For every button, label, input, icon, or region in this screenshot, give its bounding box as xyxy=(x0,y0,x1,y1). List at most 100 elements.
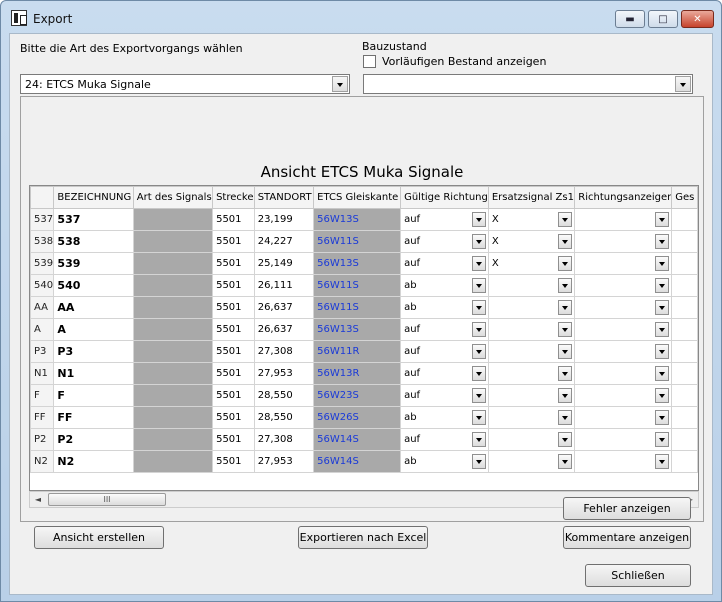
chevron-down-icon[interactable] xyxy=(471,322,486,337)
chevron-down-icon[interactable] xyxy=(655,300,670,315)
column-header[interactable]: STANDORT xyxy=(253,186,315,209)
ersatzsignal-zs1-cell[interactable] xyxy=(487,362,576,385)
chevron-down-icon[interactable] xyxy=(558,432,573,447)
chevron-down-icon[interactable] xyxy=(471,454,486,469)
chevron-down-icon[interactable] xyxy=(655,212,670,227)
chevron-down-icon[interactable] xyxy=(558,278,573,293)
chevron-down-icon[interactable] xyxy=(558,366,573,381)
ersatzsignal-zs1-cell[interactable] xyxy=(487,340,576,363)
ersatzsignal-zs1-cell[interactable]: X xyxy=(487,208,576,231)
ersatzsignal-zs1-cell[interactable] xyxy=(487,296,576,319)
chevron-down-icon[interactable] xyxy=(558,212,573,227)
bauzustand-select[interactable] xyxy=(363,74,693,94)
chevron-down-icon[interactable] xyxy=(558,344,573,359)
table-row[interactable]: 538 538 5501 24,227 56W11S auf X xyxy=(30,230,698,253)
richtungsanzeiger-cell[interactable] xyxy=(574,384,673,407)
table-row[interactable]: N1 N1 5501 27,953 56W13R auf xyxy=(30,362,698,385)
richtungsanzeiger-cell[interactable] xyxy=(574,406,673,429)
chevron-down-icon[interactable] xyxy=(558,234,573,249)
gueltige-richtung-cell[interactable]: auf xyxy=(400,340,489,363)
table-row[interactable]: 537 537 5501 23,199 56W13S auf X xyxy=(30,208,698,231)
chevron-down-icon[interactable] xyxy=(655,234,670,249)
gueltige-richtung-cell[interactable]: ab xyxy=(400,274,489,297)
chevron-down-icon[interactable] xyxy=(471,410,486,425)
column-header[interactable]: Ersatzsignal Zs1 xyxy=(487,186,576,209)
scroll-left-icon[interactable]: ◄ xyxy=(30,492,46,507)
richtungsanzeiger-cell[interactable] xyxy=(574,428,673,451)
ersatzsignal-zs1-cell[interactable]: X xyxy=(487,252,576,275)
chevron-down-icon[interactable] xyxy=(558,388,573,403)
ersatzsignal-zs1-cell[interactable] xyxy=(487,406,576,429)
chevron-down-icon[interactable] xyxy=(471,212,486,227)
richtungsanzeiger-cell[interactable] xyxy=(574,340,673,363)
table-row[interactable]: P3 P3 5501 27,308 56W11R auf xyxy=(30,340,698,363)
ersatzsignal-zs1-cell[interactable] xyxy=(487,274,576,297)
chevron-down-icon[interactable] xyxy=(332,76,348,92)
table-row[interactable]: AA AA 5501 26,637 56W11S ab xyxy=(30,296,698,319)
table-row[interactable]: P2 P2 5501 27,308 56W14S auf xyxy=(30,428,698,451)
column-header[interactable]: Gültige Richtung xyxy=(400,186,489,209)
export-excel-button[interactable]: Exportieren nach Excel xyxy=(298,526,428,549)
column-header[interactable]: Richtungsanzeiger xyxy=(574,186,673,209)
chevron-down-icon[interactable] xyxy=(558,322,573,337)
chevron-down-icon[interactable] xyxy=(471,256,486,271)
chevron-down-icon[interactable] xyxy=(558,454,573,469)
table-row[interactable]: A A 5501 26,637 56W13S auf xyxy=(30,318,698,341)
richtungsanzeiger-cell[interactable] xyxy=(574,274,673,297)
table-row[interactable]: 540 540 5501 26,111 56W11S ab xyxy=(30,274,698,297)
vorlaeufig-checkbox[interactable] xyxy=(363,55,376,68)
chevron-down-icon[interactable] xyxy=(655,432,670,447)
gueltige-richtung-cell[interactable]: auf xyxy=(400,252,489,275)
data-grid[interactable]: BEZEICHNUNG Art des Signals Strecke STANDOR… xyxy=(29,185,699,491)
chevron-down-icon[interactable] xyxy=(558,256,573,271)
close-button[interactable]: ✕ xyxy=(681,10,714,28)
chevron-down-icon[interactable] xyxy=(655,388,670,403)
chevron-down-icon[interactable] xyxy=(655,410,670,425)
chevron-down-icon[interactable] xyxy=(655,344,670,359)
chevron-down-icon[interactable] xyxy=(675,76,691,92)
gueltige-richtung-cell[interactable]: ab xyxy=(400,296,489,319)
table-row[interactable]: F F 5501 28,550 56W23S auf xyxy=(30,384,698,407)
table-row[interactable]: FF FF 5501 28,550 56W26S ab xyxy=(30,406,698,429)
richtungsanzeiger-cell[interactable] xyxy=(574,450,673,473)
kommentare-anzeigen-button[interactable]: Kommentare anzeigen xyxy=(563,526,691,549)
richtungsanzeiger-cell[interactable] xyxy=(574,362,673,385)
ersatzsignal-zs1-cell[interactable] xyxy=(487,384,576,407)
chevron-down-icon[interactable] xyxy=(655,322,670,337)
gueltige-richtung-cell[interactable]: auf xyxy=(400,230,489,253)
chevron-down-icon[interactable] xyxy=(471,300,486,315)
gueltige-richtung-cell[interactable]: auf xyxy=(400,208,489,231)
mode-select[interactable]: 24: ETCS Muka Signale xyxy=(20,74,350,94)
chevron-down-icon[interactable] xyxy=(558,410,573,425)
richtungsanzeiger-cell[interactable] xyxy=(574,318,673,341)
column-header[interactable]: ETCS Gleiskante xyxy=(313,186,402,209)
chevron-down-icon[interactable] xyxy=(471,432,486,447)
richtungsanzeiger-cell[interactable] xyxy=(574,296,673,319)
scrollbar-thumb[interactable]: III xyxy=(48,493,166,506)
chevron-down-icon[interactable] xyxy=(471,344,486,359)
chevron-down-icon[interactable] xyxy=(471,388,486,403)
column-header[interactable]: Ges xyxy=(671,186,698,209)
ersatzsignal-zs1-cell[interactable]: X xyxy=(487,230,576,253)
gueltige-richtung-cell[interactable]: auf xyxy=(400,362,489,385)
fehler-anzeigen-button[interactable]: Fehler anzeigen xyxy=(563,497,691,520)
column-header[interactable]: Strecke xyxy=(212,186,255,209)
column-header[interactable]: Art des Signals xyxy=(132,186,214,209)
table-row[interactable]: N2 N2 5501 27,953 56W14S ab xyxy=(30,450,698,473)
chevron-down-icon[interactable] xyxy=(655,278,670,293)
gueltige-richtung-cell[interactable]: auf xyxy=(400,318,489,341)
chevron-down-icon[interactable] xyxy=(655,366,670,381)
gueltige-richtung-cell[interactable]: ab xyxy=(400,406,489,429)
column-header[interactable]: BEZEICHNUNG xyxy=(53,186,134,209)
gueltige-richtung-cell[interactable]: ab xyxy=(400,450,489,473)
schliessen-button[interactable]: Schließen xyxy=(585,564,691,587)
chevron-down-icon[interactable] xyxy=(471,366,486,381)
table-row[interactable]: 539 539 5501 25,149 56W13S auf X xyxy=(30,252,698,275)
richtungsanzeiger-cell[interactable] xyxy=(574,230,673,253)
title-bar[interactable]: Export ▬ □ ✕ xyxy=(1,1,721,35)
ansicht-erstellen-button[interactable]: Ansicht erstellen xyxy=(34,526,164,549)
ersatzsignal-zs1-cell[interactable] xyxy=(487,318,576,341)
maximize-button[interactable]: □ xyxy=(648,10,678,28)
richtungsanzeiger-cell[interactable] xyxy=(574,208,673,231)
chevron-down-icon[interactable] xyxy=(655,256,670,271)
